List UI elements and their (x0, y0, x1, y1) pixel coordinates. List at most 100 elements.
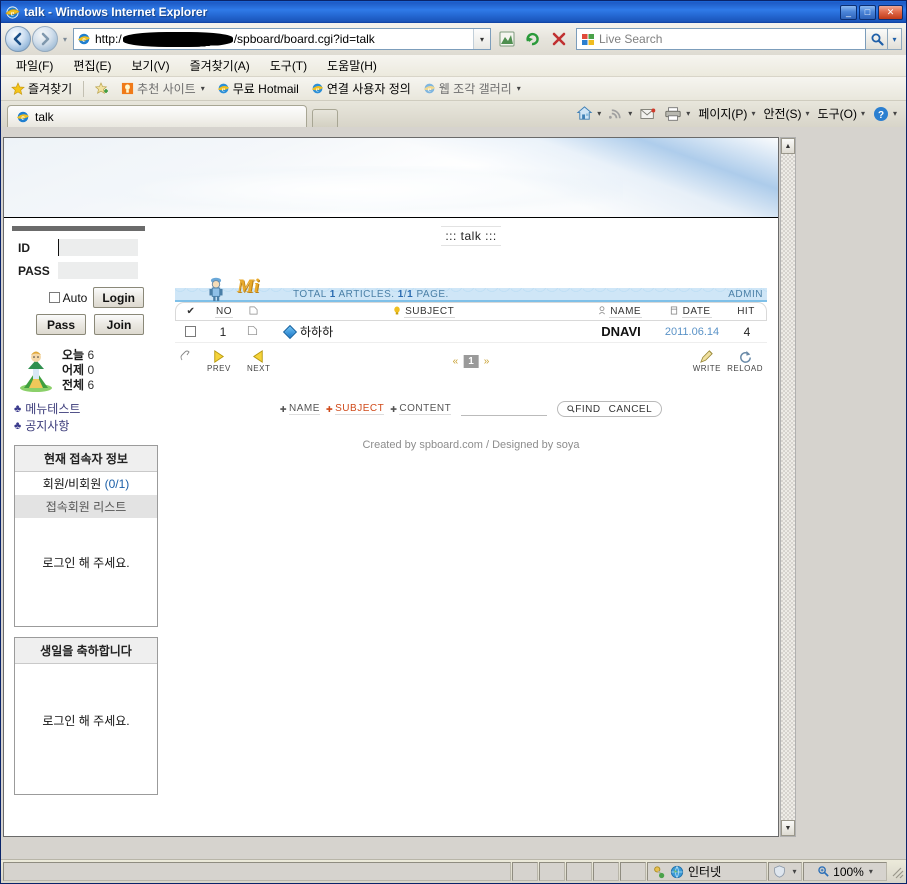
find-option-name[interactable]: ✚ NAME (280, 403, 320, 415)
admin-link[interactable]: ADMIN (728, 289, 763, 300)
security-zone[interactable]: 인터넷 (647, 862, 767, 881)
counter-total-value: 6 (87, 377, 95, 392)
chevron-down-icon[interactable]: ▾ (628, 109, 632, 118)
search-input[interactable]: Live Search (599, 32, 662, 46)
chevron-down-icon[interactable]: ▾ (893, 109, 897, 118)
row-checkbox[interactable] (175, 326, 205, 337)
row-subject-cell[interactable]: 하하하 (263, 323, 585, 340)
pass-input[interactable] (58, 262, 138, 279)
minimize-button[interactable]: _ (840, 4, 857, 20)
join-button[interactable]: Join (94, 314, 144, 335)
id-input[interactable] (58, 239, 138, 256)
fav-customize-links[interactable]: e 연결 사용자 정의 (307, 79, 415, 98)
visitor-list-label[interactable]: 접속회원 리스트 (15, 495, 157, 518)
chevron-down-icon[interactable]: ▾ (597, 109, 601, 118)
search-row: ✚ NAME ✚ SUBJECT ✚ CONTENT FIND CANCEL (175, 401, 767, 417)
address-url: http:/ /spboard/board.cgi?id=talk (92, 31, 473, 47)
maximize-button[interactable]: □ (859, 4, 876, 20)
chevron-down-icon[interactable]: ▾ (201, 84, 205, 93)
page-scrollbar[interactable]: ▲ ▼ (780, 137, 796, 837)
resize-grip[interactable] (890, 865, 904, 879)
scroll-up-button[interactable]: ▲ (781, 138, 795, 154)
compatibility-view-button[interactable] (495, 27, 519, 51)
add-to-favorites-bar-button[interactable] (91, 81, 113, 97)
chevron-down-icon[interactable]: ▾ (686, 109, 690, 118)
row-name[interactable]: DNAVI (585, 324, 657, 339)
favorites-button[interactable]: 즐겨찾기 (7, 79, 76, 98)
search-go-button[interactable] (866, 28, 888, 50)
menu-edit[interactable]: 편집(E) (64, 55, 120, 76)
scrollbar-track[interactable] (781, 154, 795, 820)
fav-web-slice-gallery[interactable]: e 웹 조각 갤러리 ▾ (419, 79, 525, 98)
auto-login-checkbox[interactable]: Auto (48, 291, 87, 305)
page-menu-button[interactable]: 페이지(P) ▾ (695, 103, 758, 124)
search-box[interactable]: Live Search (576, 28, 866, 50)
search-provider-dropdown[interactable]: ▾ (888, 28, 902, 50)
chevron-down-icon[interactable]: ▾ (751, 109, 755, 118)
cancel-button[interactable]: CANCEL (609, 404, 653, 415)
chevron-down-icon[interactable]: ▾ (517, 84, 521, 93)
refresh-button[interactable] (521, 27, 545, 51)
feeds-button[interactable]: ▾ (606, 104, 635, 123)
tools-menu-button[interactable]: 도구(O) ▾ (815, 103, 868, 124)
chevron-down-icon[interactable]: ▾ (861, 109, 865, 118)
mail-button[interactable] (637, 105, 659, 123)
star-icon (11, 81, 25, 95)
address-dropdown-button[interactable]: ▾ (473, 29, 490, 49)
sidebar-item-notice[interactable]: ♣ 공지사항 (14, 418, 160, 435)
prev-button[interactable]: PREV (207, 349, 231, 373)
menu-tools[interactable]: 도구(T) (261, 55, 316, 76)
menu-view[interactable]: 보기(V) (122, 55, 178, 76)
sidebar-item-menu-test[interactable]: ♣ 메뉴테스트 (14, 401, 160, 418)
pass-row: PASS (10, 262, 160, 279)
chevron-down-icon[interactable]: ▾ (869, 867, 873, 876)
menu-help[interactable]: 도움말(H) (318, 55, 386, 76)
protected-mode-indicator[interactable]: ▾ (768, 862, 802, 881)
next-button[interactable]: NEXT (247, 349, 270, 373)
menu-file[interactable]: 파일(F) (7, 55, 62, 76)
reload-button[interactable]: RELOAD (727, 349, 763, 373)
page-number-1[interactable]: 1 (463, 355, 479, 368)
menu-favorites[interactable]: 즐겨찾기(A) (181, 55, 259, 76)
pass-button[interactable]: Pass (36, 314, 86, 335)
row-subject[interactable]: 하하하 (300, 323, 333, 340)
login-button[interactable]: Login (93, 287, 144, 308)
back-button[interactable] (5, 26, 31, 52)
new-tab-button[interactable] (312, 109, 338, 127)
close-button[interactable]: ✕ (878, 4, 903, 20)
select-all-icon[interactable] (179, 349, 193, 365)
visitor-info-box: 현재 접속자 정보 회원/비회원 (0/1) 접속회원 리스트 로그인 해 주세… (14, 445, 158, 627)
chevron-down-icon[interactable]: ▾ (792, 867, 796, 876)
checkbox-icon[interactable] (48, 292, 60, 303)
chevron-down-icon[interactable]: ▾ (806, 109, 810, 118)
login-row: Auto Login (10, 287, 144, 308)
fav-suggested-sites[interactable]: 추천 사이트 ▾ (117, 79, 209, 98)
scroll-down-button[interactable]: ▼ (781, 820, 795, 836)
tab-favicon-icon: e (16, 111, 30, 122)
header-check-all[interactable]: ✔ (176, 306, 206, 317)
recent-pages-button[interactable]: ▾ (58, 35, 72, 44)
find-input[interactable] (461, 402, 548, 416)
find-option-content[interactable]: ✚ CONTENT (390, 403, 452, 415)
find-button[interactable]: FIND (567, 404, 600, 415)
safety-menu-button[interactable]: 안전(S) ▾ (760, 103, 812, 124)
tab-talk[interactable]: e talk (7, 105, 307, 127)
print-button[interactable]: ▾ (661, 104, 693, 124)
stop-button[interactable] (547, 27, 571, 51)
address-bar[interactable]: e http:/ /spboard/board.cgi?id=talk ▾ (73, 28, 491, 50)
find-option-subject[interactable]: ✚ SUBJECT (326, 403, 385, 415)
table-row[interactable]: 1 하하하 DNAVI 2011.06.14 4 (175, 321, 767, 343)
page-prev-arrow[interactable]: « (453, 356, 459, 367)
counter-yesterday-label: 어제 (62, 362, 85, 377)
help-menu-button[interactable]: ? ▾ (870, 104, 900, 124)
suggested-sites-icon (122, 82, 134, 95)
write-button[interactable]: WRITE (693, 349, 721, 373)
url-prefix: http:/ (95, 32, 122, 46)
redacted-host (122, 31, 233, 47)
home-button[interactable]: ▾ (573, 103, 604, 124)
forward-button[interactable] (32, 26, 58, 52)
search-icon (871, 33, 884, 46)
fav-hotmail[interactable]: e 무료 Hotmail (213, 79, 303, 98)
page-next-arrow[interactable]: » (484, 356, 490, 367)
zoom-control[interactable]: 100% ▾ (803, 862, 887, 881)
